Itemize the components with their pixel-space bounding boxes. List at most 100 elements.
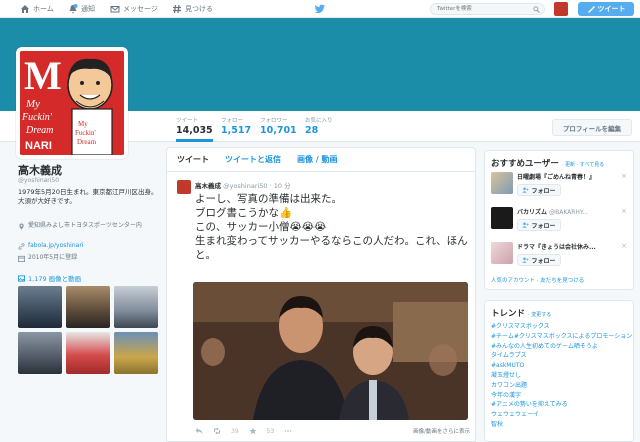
- nav-messages-label: メッセージ: [123, 5, 158, 13]
- retweet-icon[interactable]: [213, 427, 221, 435]
- trend-item[interactable]: #チーム#クリスマスボックスによるプロモーション: [485, 332, 633, 342]
- tweet-author-name[interactable]: 高木義成: [195, 182, 221, 190]
- compose-tweet-label: ツイート: [597, 5, 626, 13]
- top-nav: ホーム 通知 メッセージ 見つける ツイート: [0, 0, 640, 18]
- tweet-text: よーし、写真の準備は出来た。 ブログ書こうかな👍 この、サッカー小僧😭😭😭 生ま…: [195, 193, 468, 261]
- more-icon[interactable]: [284, 427, 292, 435]
- link-icon: [18, 242, 25, 250]
- trends-header: トレンド · 変更する: [485, 301, 633, 322]
- suggestion-item: ドラマ『きょうは会社休み... フォロー ×: [485, 239, 633, 274]
- follow-button[interactable]: フォロー: [517, 184, 561, 196]
- tab-tweets-replies[interactable]: ツイートと返信: [225, 154, 281, 165]
- media-thumbnail[interactable]: [18, 286, 62, 328]
- trend-item[interactable]: ウェウェウェーイ: [485, 410, 633, 420]
- compose-tweet-button[interactable]: ツイート: [578, 2, 634, 16]
- timeline: ツイート ツイートと返信 画像 / 動画 高木義成 @yoshinari50 ·…: [166, 147, 476, 442]
- suggestion-name[interactable]: 日曜劇場『ごめんね青春！』: [517, 169, 627, 181]
- nav-messages[interactable]: メッセージ: [110, 3, 158, 15]
- tweet-timestamp[interactable]: · 10 分: [270, 182, 291, 190]
- follow-button[interactable]: フォロー: [517, 219, 561, 231]
- stat-tweets[interactable]: ツイート 14,035: [176, 116, 213, 142]
- media-thumbnail[interactable]: [18, 332, 62, 374]
- search-box[interactable]: [430, 3, 545, 15]
- suggestion-item: バカリズム @BAKARHY... フォロー ×: [485, 204, 633, 239]
- profile-avatar[interactable]: M My Fuckin' Dream NARI My Fuckin' Dream: [16, 47, 128, 159]
- media-thumbnail[interactable]: [114, 332, 158, 374]
- profile-handle[interactable]: @yoshinari50: [18, 177, 59, 184]
- suggestion-name[interactable]: バカリズム @BAKARHY...: [517, 204, 627, 216]
- who-to-follow-title: おすすめユーザー: [491, 159, 559, 169]
- trend-item[interactable]: #クリスマスボックス: [485, 322, 633, 332]
- avatar-logo-line1: My: [25, 98, 40, 110]
- follow-button[interactable]: フォロー: [517, 254, 561, 266]
- star-icon[interactable]: [249, 427, 257, 435]
- tweet-header: 高木義成 @yoshinari50 · 10 分: [195, 180, 291, 190]
- hashtag-icon: [173, 4, 181, 14]
- trend-item[interactable]: タイムラプス: [485, 351, 633, 361]
- tweet-photo[interactable]: [193, 282, 468, 420]
- tab-tweets[interactable]: ツイート: [177, 154, 209, 165]
- stat-favorites-value: 28: [305, 125, 319, 136]
- suggestion-avatar[interactable]: [491, 242, 513, 264]
- nav-discover[interactable]: 見つける: [172, 3, 213, 15]
- who-to-follow-links[interactable]: · 更新 · すべて見る: [562, 161, 604, 168]
- trend-item[interactable]: #みんなの人生初めてのゲーム晒そうよ: [485, 342, 633, 352]
- trend-item[interactable]: カワコン出題: [485, 381, 633, 391]
- add-user-icon: [522, 187, 529, 193]
- more-media-link[interactable]: 画像/動画をさらに表示: [413, 427, 470, 435]
- reply-icon[interactable]: [195, 427, 203, 435]
- dismiss-icon[interactable]: ×: [621, 207, 627, 215]
- avatar-shirt-line1: My: [78, 120, 88, 128]
- trends-change-link[interactable]: · 変更する: [528, 311, 551, 318]
- profile-url[interactable]: fabola.jp/yoshinari: [18, 242, 158, 250]
- photo-icon: [18, 274, 25, 282]
- profile-name: 高木義成: [18, 164, 62, 177]
- profile-location: 愛知県みよし市トヨタスポーツセンター内: [18, 222, 158, 230]
- suggestion-name[interactable]: ドラマ『きょうは会社休み...: [517, 239, 627, 251]
- stat-following[interactable]: フォロー 1,517: [221, 116, 251, 136]
- media-thumbnail[interactable]: [114, 286, 158, 328]
- avatar-logo-letter: M: [24, 53, 62, 98]
- tweet-author-handle[interactable]: @yoshinari50: [223, 182, 268, 190]
- nav-notifications[interactable]: 通知: [68, 3, 95, 15]
- trend-item[interactable]: #askMUTO: [485, 361, 633, 371]
- media-count-link[interactable]: 1,179 画像と動画: [18, 273, 81, 283]
- media-thumbnail[interactable]: [66, 332, 110, 374]
- edit-profile-button[interactable]: プロフィールを編集: [552, 119, 632, 136]
- media-thumbnail[interactable]: [66, 286, 110, 328]
- avatar-shirt-line3: Dream: [77, 138, 97, 146]
- stat-tweets-label: ツイート: [176, 118, 199, 124]
- follow-button-label: フォロー: [531, 222, 556, 230]
- dismiss-icon[interactable]: ×: [621, 172, 627, 180]
- trends-card: トレンド · 変更する #クリスマスボックス #チーム#クリスマスボックスによる…: [484, 300, 634, 442]
- search-input[interactable]: [431, 4, 531, 14]
- who-to-follow-footer[interactable]: 人気のアカウント · 友だちを見つける: [485, 274, 633, 290]
- nav-home[interactable]: ホーム: [20, 3, 54, 15]
- avatar-logo-line3: Dream: [25, 125, 53, 136]
- tweet-avatar[interactable]: [177, 180, 191, 194]
- home-icon: [21, 5, 29, 13]
- search-icon[interactable]: [533, 6, 540, 13]
- suggestion-avatar[interactable]: [491, 207, 513, 229]
- twitter-bird-icon[interactable]: [314, 3, 326, 15]
- trend-item[interactable]: #アニメの勢いを抑えてみる: [485, 400, 633, 410]
- stat-favorites[interactable]: お気に入り 28: [305, 116, 333, 136]
- profile-url-link[interactable]: fabola.jp/yoshinari: [28, 242, 83, 250]
- dismiss-icon[interactable]: ×: [621, 242, 627, 250]
- media-count-text: 1,179 画像と動画: [28, 275, 82, 283]
- suggestion-avatar[interactable]: [491, 172, 513, 194]
- trend-item[interactable]: 凝玉燈せし: [485, 371, 633, 381]
- avatar-logo-image: M My Fuckin' Dream NARI My Fuckin' Dream: [20, 51, 124, 155]
- profile-location-text: 愛知県みよし市トヨタスポーツセンター内: [28, 222, 142, 229]
- stat-following-label: フォロー: [221, 118, 244, 124]
- stat-followers[interactable]: フォロワー 10,701: [260, 116, 297, 136]
- suggestion-item: 日曜劇場『ごめんね青春！』 フォロー ×: [485, 169, 633, 204]
- tweet-actions: 39 53 画像/動画をさらに表示: [195, 427, 470, 435]
- tab-media[interactable]: 画像 / 動画: [297, 154, 338, 165]
- who-to-follow-header: おすすめユーザー · 更新 · すべて見る: [485, 151, 633, 169]
- trend-item[interactable]: 智秋: [485, 420, 633, 430]
- suggestion-handle: @BAKARHY...: [549, 209, 589, 216]
- envelope-icon: [110, 6, 120, 13]
- account-avatar[interactable]: [554, 2, 568, 16]
- trend-item[interactable]: 今年の漢字: [485, 391, 633, 401]
